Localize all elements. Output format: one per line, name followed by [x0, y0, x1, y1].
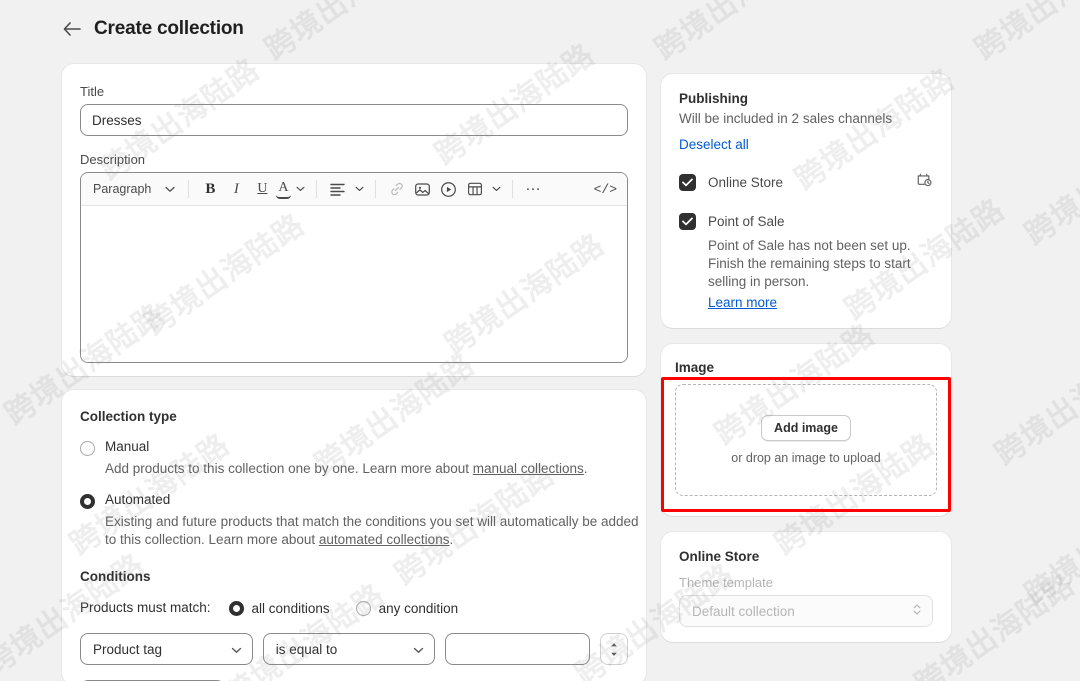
theme-template-label: Theme template	[679, 575, 773, 590]
online-store-title: Online Store	[679, 549, 760, 564]
table-icon[interactable]	[463, 177, 487, 201]
condition-field-value: Product tag	[93, 641, 163, 657]
match-option-all[interactable]: all conditions	[228, 600, 330, 616]
theme-template-select: Default collection	[679, 595, 933, 627]
radio-automated[interactable]	[80, 494, 95, 509]
image-icon[interactable]	[411, 177, 435, 201]
chevron-down-icon	[231, 642, 242, 657]
match-mode-row: Products must match: all conditions any …	[80, 599, 628, 617]
bold-button[interactable]: B	[198, 177, 222, 201]
description-textarea[interactable]	[81, 206, 627, 362]
page-title: Create collection	[94, 18, 244, 39]
watermark-text: 跨境出海陆路	[254, 0, 432, 68]
manual-help-text: Add products to this collection one by o…	[105, 460, 628, 478]
chevron-down-icon[interactable]	[490, 177, 503, 201]
underline-button[interactable]: U	[250, 177, 274, 201]
sort-updown-icon[interactable]	[600, 633, 629, 665]
align-left-icon[interactable]	[326, 177, 350, 201]
automated-help-text: Existing and future products that match …	[105, 513, 650, 549]
condition-value-input[interactable]	[445, 633, 591, 665]
match-option-label: any condition	[378, 600, 459, 616]
drop-hint-text: or drop an image to upload	[731, 451, 881, 465]
toolbar-divider	[511, 180, 513, 198]
code-view-button[interactable]: </>	[592, 177, 619, 201]
toolbar-divider	[374, 180, 376, 198]
collection-type-title: Collection type	[80, 409, 177, 424]
add-image-button[interactable]: Add image	[761, 415, 851, 441]
publishing-title: Publishing	[679, 91, 748, 106]
match-label: Products must match:	[80, 600, 211, 615]
channel-row-online-store[interactable]: Online Store	[679, 171, 933, 193]
app-root: Create collection Title Description Para…	[0, 0, 1080, 681]
page-header: Create collection	[62, 18, 244, 40]
calendar-clock-icon[interactable]	[916, 171, 933, 193]
condition-operator-value: is equal to	[275, 641, 338, 657]
chevron-down-icon	[165, 182, 176, 196]
point-of-sale-learn-more-link[interactable]: Learn more	[708, 295, 777, 310]
text-color-button[interactable]: A	[276, 177, 306, 201]
image-dropzone[interactable]: Add image or drop an image to upload	[675, 384, 937, 496]
online-store-card: Online Store Theme template Default coll…	[661, 532, 951, 642]
checkbox-point-of-sale[interactable]	[679, 213, 696, 230]
theme-template-value: Default collection	[692, 603, 795, 619]
manual-collections-link[interactable]: manual collections	[473, 461, 584, 476]
manual-help-suffix: .	[583, 461, 588, 476]
channel-label: Online Store	[708, 174, 784, 190]
collection-details-card: Title Description Paragraph B I U	[62, 64, 646, 376]
title-label: Title	[80, 84, 105, 99]
description-editor: Paragraph B I U A … </>	[80, 172, 628, 363]
collection-type-option-manual[interactable]: Manual	[80, 439, 628, 456]
image-card-title: Image	[675, 360, 715, 375]
match-option-label: all conditions	[251, 600, 330, 616]
checkbox-online-store[interactable]	[679, 173, 696, 191]
watermark-text: 跨境出海陆路	[964, 0, 1080, 68]
collection-type-option-automated[interactable]: Automated	[80, 492, 628, 509]
align-button[interactable]	[326, 177, 366, 201]
channel-row-point-of-sale[interactable]: Point of Sale	[679, 213, 933, 230]
watermark-text: 跨境出海陆路	[1018, 117, 1080, 253]
table-button[interactable]	[463, 177, 503, 201]
chevron-down-icon	[413, 642, 424, 657]
deselect-all-link[interactable]: Deselect all	[679, 137, 749, 152]
link-icon[interactable]	[385, 177, 409, 201]
option-label: Manual	[105, 439, 150, 454]
automated-help-suffix: .	[449, 532, 454, 547]
image-card: Image Add image or drop an image to uplo…	[661, 344, 951, 516]
text-color-glyph: A	[276, 180, 291, 199]
arrow-left-icon[interactable]	[62, 19, 82, 39]
condition-row: Product tag is equal to	[80, 633, 629, 665]
chevron-updown-icon	[912, 602, 922, 620]
video-icon[interactable]	[437, 177, 461, 201]
description-label: Description	[80, 152, 146, 167]
option-label: Automated	[105, 492, 171, 507]
watermark-text: 跨境出海陆路	[644, 0, 822, 68]
radio-all-conditions[interactable]	[228, 600, 244, 616]
italic-button[interactable]: I	[224, 177, 248, 201]
point-of-sale-note: Point of Sale has not been set up. Finis…	[708, 238, 911, 289]
editor-toolbar: Paragraph B I U A … </>	[81, 173, 627, 206]
condition-operator-select[interactable]: is equal to	[262, 633, 436, 665]
chevron-down-icon[interactable]	[294, 177, 307, 201]
block-format-select[interactable]: Paragraph	[89, 177, 179, 201]
manual-help-prefix: Add products to this collection one by o…	[105, 461, 473, 476]
toolbar-divider	[315, 180, 317, 198]
publishing-card: Publishing Will be included in 2 sales c…	[661, 74, 951, 328]
publishing-subtitle: Will be included in 2 sales channels	[679, 111, 893, 126]
automated-collections-link[interactable]: automated collections	[319, 532, 450, 547]
title-input[interactable]	[80, 104, 628, 136]
watermark-text: 跨境出海陆路	[1018, 477, 1080, 613]
collection-type-card: Collection type Manual Add products to t…	[62, 390, 646, 681]
condition-field-select[interactable]: Product tag	[80, 633, 253, 665]
radio-any-condition[interactable]	[355, 600, 371, 616]
channel-label: Point of Sale	[708, 214, 785, 229]
block-format-value: Paragraph	[93, 182, 152, 196]
chevron-down-icon[interactable]	[353, 177, 366, 201]
toolbar-divider	[188, 180, 190, 198]
conditions-title: Conditions	[80, 569, 151, 584]
watermark-text: 跨境出海陆路	[988, 337, 1080, 473]
match-option-any[interactable]: any condition	[355, 600, 459, 616]
more-options-button[interactable]: …	[522, 177, 546, 201]
radio-manual[interactable]	[80, 441, 95, 456]
